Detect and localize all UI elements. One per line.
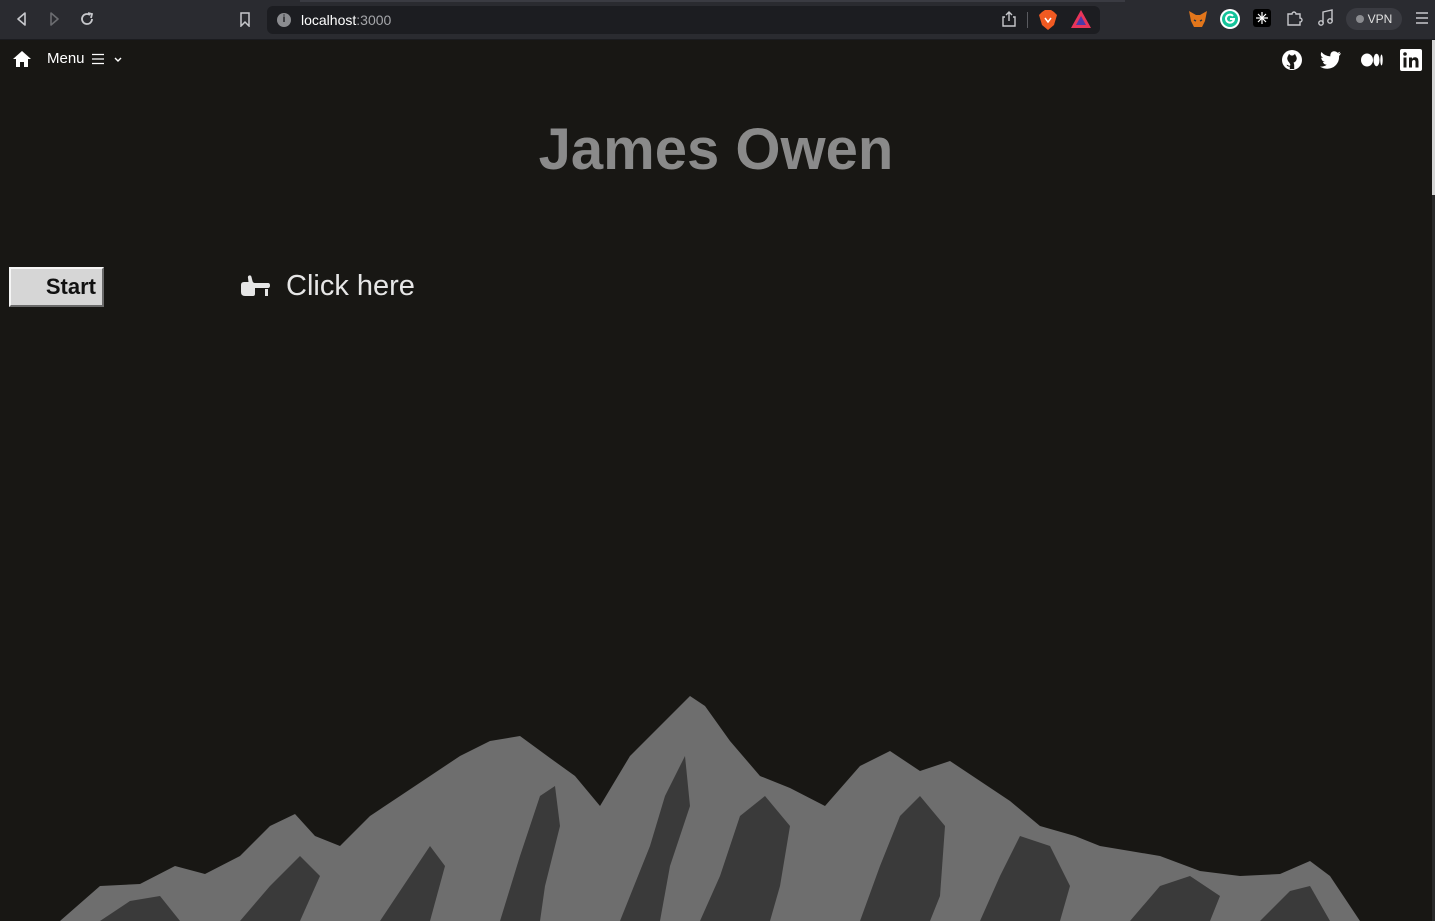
share-icon[interactable] xyxy=(1002,11,1016,32)
browser-menu-icon[interactable] xyxy=(1415,11,1429,30)
mountain-illustration xyxy=(60,696,1360,921)
bookmark-icon[interactable] xyxy=(234,8,256,30)
brave-shields-icon[interactable] xyxy=(1039,10,1057,35)
medium-icon[interactable] xyxy=(1361,49,1383,71)
snowflake-extension-icon[interactable] xyxy=(1253,9,1271,32)
page-title: James Owen xyxy=(538,117,894,182)
media-playback-icon[interactable] xyxy=(1317,9,1335,32)
top-navigation: Menu xyxy=(0,40,1432,78)
pointing-hand-icon xyxy=(241,274,270,297)
forward-icon[interactable] xyxy=(43,8,65,30)
grammarly-icon[interactable] xyxy=(1219,8,1241,35)
browser-toolbar: i localhost:3000 VPN xyxy=(0,0,1435,40)
chevron-down-icon xyxy=(114,57,122,62)
tab-strip xyxy=(300,0,1125,2)
address-bar[interactable]: i localhost:3000 xyxy=(267,6,1100,34)
site-info-icon[interactable]: i xyxy=(277,13,291,27)
github-icon[interactable] xyxy=(1281,49,1303,71)
brave-rewards-icon[interactable] xyxy=(1071,10,1091,33)
metamask-icon[interactable] xyxy=(1187,9,1209,34)
hamburger-icon xyxy=(91,53,104,64)
url-text[interactable]: localhost:3000 xyxy=(301,12,391,28)
home-icon[interactable] xyxy=(12,50,32,73)
extensions-puzzle-icon[interactable] xyxy=(1285,9,1303,32)
twitter-icon[interactable] xyxy=(1320,49,1342,71)
linkedin-icon[interactable] xyxy=(1400,49,1422,71)
page-viewport: Menu James Owen Start Click here xyxy=(0,40,1432,921)
back-icon[interactable] xyxy=(11,8,33,30)
menu-label: Menu xyxy=(47,50,85,67)
vpn-label: VPN xyxy=(1367,12,1393,26)
reload-icon[interactable] xyxy=(76,8,98,30)
start-button[interactable]: Start xyxy=(9,267,104,307)
vpn-status-dot xyxy=(1355,15,1364,23)
hint-label: Click here xyxy=(286,270,415,302)
menu-dropdown[interactable]: Menu xyxy=(47,50,125,67)
vpn-button[interactable]: VPN xyxy=(1346,8,1402,30)
click-here-hint: Click here xyxy=(238,270,415,303)
url-divider xyxy=(1027,12,1028,28)
